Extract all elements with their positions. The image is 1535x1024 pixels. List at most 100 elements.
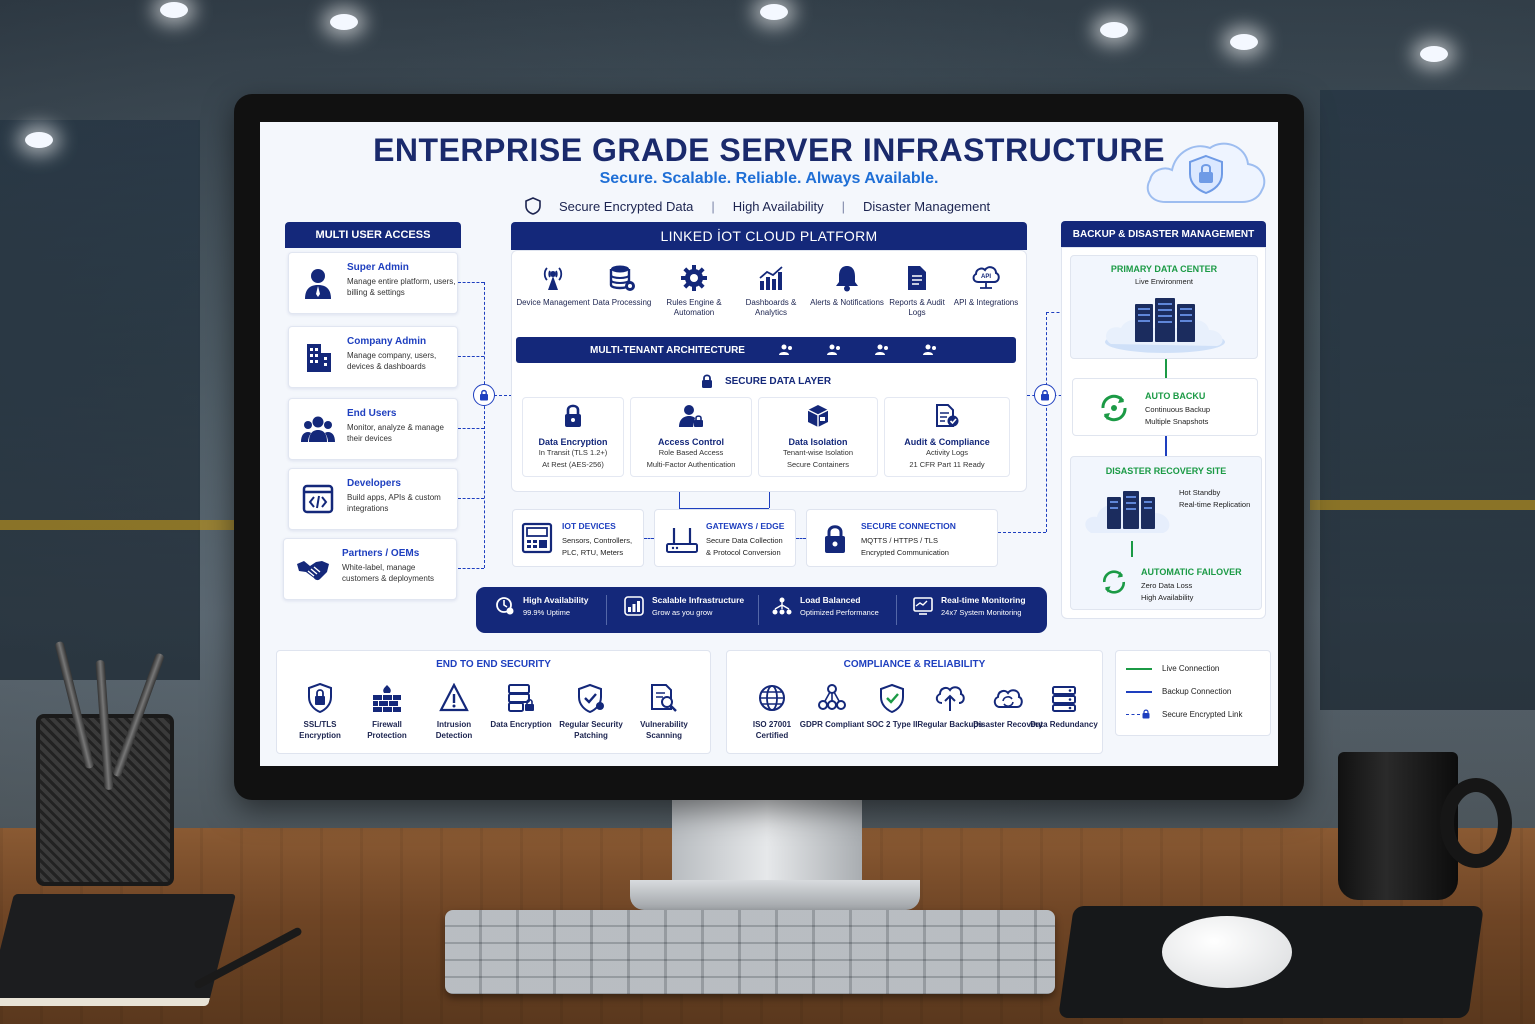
auto-backup-card[interactable]: AUTO BACKU Continuous Backup Multiple Sn… xyxy=(1072,378,1258,436)
user-card-super-admin[interactable]: Super Admin Manage entire platform, user… xyxy=(288,252,458,314)
security-item-patching[interactable]: Regular Security Patching xyxy=(555,683,627,741)
module-rules-engine[interactable]: Rules Engine & Automation xyxy=(657,264,731,318)
module-device-management[interactable]: Device Management xyxy=(516,264,590,308)
page-title: ENTERPRISE GRADE SERVER INFRASTRUCTURE xyxy=(373,132,1165,168)
security-item-firewall[interactable]: Firewall Protection xyxy=(352,683,422,741)
security-line: At Rest (AES-256) xyxy=(542,460,604,469)
module-label: Rules Engine & Automation xyxy=(666,298,722,317)
ceiling-light xyxy=(160,2,188,18)
multi-tenant-bar: MULTI-TENANT ARCHITECTURE xyxy=(516,337,1016,363)
ceiling-light xyxy=(760,4,788,20)
device-title: SECURE CONNECTION xyxy=(861,521,956,531)
feature-secure: Secure Encrypted Data xyxy=(559,198,694,214)
security-line: 21 CFR Part 11 Ready xyxy=(909,460,985,469)
lock-icon xyxy=(1034,384,1056,406)
stat-desc: 99.9% Uptime xyxy=(523,608,571,617)
security-card-audit[interactable]: Audit & Compliance Activity Logs 21 CFR … xyxy=(884,397,1010,477)
module-alerts[interactable]: Alerts & Notifications xyxy=(810,264,884,308)
firewall-icon xyxy=(373,685,401,712)
alert-triangle-icon xyxy=(439,683,469,712)
security-card-access[interactable]: Access Control Role Based Access Multi-F… xyxy=(630,397,752,477)
stat-divider xyxy=(896,595,897,625)
svg-text:API: API xyxy=(981,274,991,280)
user-desc: White-label, manage customers & deployme… xyxy=(342,563,435,583)
device-card-gateways[interactable]: GATEWAYS / EDGE Secure Data Collection &… xyxy=(654,509,796,567)
security-card-isolation[interactable]: Data Isolation Tenant-wise Isolation Sec… xyxy=(758,397,878,477)
bell-icon xyxy=(836,266,858,292)
api-cloud-icon: API xyxy=(972,266,1000,289)
tenant-icon xyxy=(874,344,888,355)
device-line: Encrypted Communication xyxy=(861,548,949,557)
device-line: Secure Data Collection xyxy=(706,536,783,545)
stat-divider xyxy=(606,595,607,625)
device-card-iot[interactable]: IOT DEVICES Sensors, Controllers, PLC, R… xyxy=(512,509,644,567)
stats-bar: High Availability 99.9% Uptime Scalable … xyxy=(476,587,1047,633)
failover-sync-icon xyxy=(1102,570,1126,594)
user-card-developers[interactable]: Developers Build apps, APIs & custom int… xyxy=(288,468,458,530)
security-card-encryption[interactable]: Data Encryption In Transit (TLS 1.2+) At… xyxy=(522,397,624,477)
legend-swatch-live xyxy=(1126,667,1152,670)
module-data-processing[interactable]: Data Processing xyxy=(585,264,659,308)
router-icon xyxy=(666,528,698,553)
module-label: API & Integrations xyxy=(953,298,1019,307)
device-title: IOT DEVICES xyxy=(562,521,616,531)
security-item-label: Vulnerability Scanning xyxy=(640,720,688,740)
user-name: Partners / OEMs xyxy=(342,548,420,559)
gdpr-network-icon xyxy=(818,684,846,710)
legend-label: Secure Encrypted Link xyxy=(1162,709,1243,719)
users-icon xyxy=(301,416,335,442)
mouse[interactable] xyxy=(1162,916,1292,988)
multi-tenant-label: MULTI-TENANT ARCHITECTURE xyxy=(590,344,745,356)
security-title: Data Isolation xyxy=(788,437,848,447)
connector xyxy=(769,492,770,508)
user-card-end-users[interactable]: End Users Monitor, analyze & manage thei… xyxy=(288,398,458,460)
feature-availability: High Availability xyxy=(732,198,824,214)
compliance-item-redundancy[interactable]: Data Redundancy xyxy=(1029,683,1099,730)
security-item-ssl[interactable]: SSL/TLS Encryption xyxy=(285,683,355,741)
notebook xyxy=(0,894,236,1006)
primary-data-center-card[interactable]: PRIMARY DATA CENTER Live Environment xyxy=(1070,255,1258,359)
module-api[interactable]: API API & Integrations xyxy=(949,264,1023,308)
module-label: Data Processing xyxy=(592,298,652,307)
tenant-icon xyxy=(778,344,792,355)
secure-layer-label: SECURE DATA LAYER xyxy=(724,375,832,387)
monitor-stand-base xyxy=(630,880,920,910)
connector xyxy=(679,492,680,508)
keyboard[interactable] xyxy=(445,910,1055,994)
handshake-icon xyxy=(297,561,329,581)
shield-check-icon xyxy=(578,683,604,713)
security-item-intrusion[interactable]: Intrusion Detection xyxy=(419,683,489,741)
security-item-vulnerability[interactable]: Vulnerability Scanning xyxy=(629,683,699,741)
device-line: PLC, RTU, Meters xyxy=(562,548,624,557)
user-name: End Users xyxy=(347,408,397,419)
stat-title: Real-time Monitoring xyxy=(941,595,1026,605)
ssl-lock-icon xyxy=(308,683,332,713)
tenant-icon xyxy=(922,344,936,355)
feature-row: Secure Encrypted Data | High Availabilit… xyxy=(525,197,990,215)
sync-icon xyxy=(1101,394,1127,422)
backup-connection xyxy=(1165,436,1167,456)
lock-icon xyxy=(565,404,581,427)
module-reports[interactable]: Reports & Audit Logs xyxy=(880,264,954,318)
stat-title: Scalable Infrastructure xyxy=(652,595,745,605)
stat-high-availability: High Availability 99.9% Uptime xyxy=(496,595,589,617)
module-label: Dashboards & Analytics xyxy=(745,298,797,317)
security-item-label: Data Encryption xyxy=(490,720,552,729)
failover-card[interactable]: AUTOMATIC FAILOVER Zero Data Loss High A… xyxy=(1081,557,1253,605)
ceiling-light xyxy=(1100,22,1128,38)
dr-site-card[interactable]: DISASTER RECOVERY SITE Hot Standby Real-… xyxy=(1070,456,1262,610)
auto-backup-line: Multiple Snapshots xyxy=(1145,417,1209,426)
user-desc: Manage company, users, devices & dashboa… xyxy=(347,351,437,371)
code-icon xyxy=(302,484,334,514)
module-dashboards[interactable]: Dashboards & Analytics xyxy=(734,264,808,318)
user-card-partners[interactable]: Partners / OEMs White-label, manage cust… xyxy=(283,538,457,600)
connector xyxy=(458,568,484,569)
module-label: Device Management xyxy=(516,298,590,307)
security-item-data-encryption[interactable]: Data Encryption xyxy=(486,683,556,730)
cloud-shield-icon xyxy=(1146,142,1266,203)
device-card-secure-connection[interactable]: SECURE CONNECTION MQTTS / HTTPS / TLS En… xyxy=(806,509,998,567)
stat-desc: 24x7 System Monitoring xyxy=(941,608,1022,617)
security-line: Tenant-wise Isolation xyxy=(782,448,854,457)
stat-scalable: Scalable Infrastructure Grow as you grow xyxy=(624,595,745,617)
user-card-company-admin[interactable]: Company Admin Manage company, users, dev… xyxy=(288,326,458,388)
